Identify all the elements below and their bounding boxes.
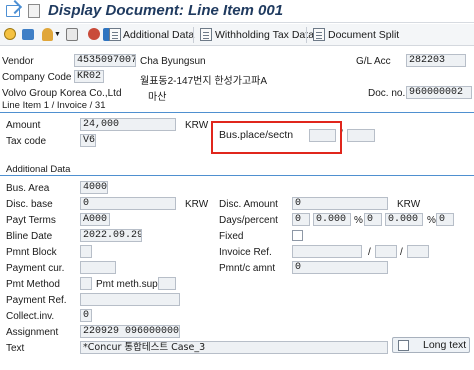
section-code-field[interactable] <box>347 129 375 142</box>
section-divider <box>0 112 474 113</box>
vendor-address: 월표동2-147번지 한성가고파A <box>140 76 268 87</box>
vendor-field[interactable]: 4535097007 <box>74 54 136 67</box>
fixed-checkbox[interactable] <box>292 230 303 241</box>
additional-data-button[interactable]: Additional Data <box>123 29 194 41</box>
amount-field[interactable]: 24,000 <box>80 118 176 131</box>
days2-field[interactable]: 0 <box>364 213 382 226</box>
text-field[interactable]: *Concur 통합테스트 Case_3 <box>80 341 388 354</box>
long-text-label[interactable]: Long text <box>423 339 466 351</box>
invoice-ref-label: Invoice Ref. <box>219 247 272 258</box>
highlight-box <box>211 121 342 154</box>
pmt-method-field[interactable] <box>80 277 92 290</box>
disc-amount-field[interactable]: 0 <box>292 197 388 210</box>
window-title: Display Document: Line Item 001 <box>48 2 284 19</box>
disc-amount-currency: KRW <box>397 199 421 210</box>
pmnt-c-amnt-label: Pmnt/c amnt <box>219 263 276 274</box>
doc-no-label: Doc. no. <box>368 88 406 99</box>
user-icon[interactable] <box>42 28 53 41</box>
gl-acc-field[interactable]: 282203 <box>406 54 466 67</box>
document-split-icon[interactable] <box>313 28 325 41</box>
print-icon[interactable] <box>66 28 78 41</box>
fixed-label: Fixed <box>219 231 244 242</box>
disc-amount-label: Disc. Amount <box>219 199 278 210</box>
bline-date-label: Bline Date <box>6 231 53 242</box>
company-code-field[interactable]: KR02 <box>74 70 104 83</box>
pmnt-block-label: Pmnt Block <box>6 247 57 258</box>
overview-icon[interactable] <box>88 28 100 40</box>
bus-area-label: Bus. Area <box>6 183 50 194</box>
document-icon <box>28 4 40 18</box>
assignment-field[interactable]: 220929 0960000002 <box>80 325 180 338</box>
vendor-label: Vendor <box>2 56 34 67</box>
pmt-method-label: Pmt Method <box>6 279 60 290</box>
invoice-year-field[interactable] <box>375 245 397 258</box>
payment-cur-label: Payment cur. <box>6 263 65 274</box>
invoice-ref-separator: / <box>368 247 371 258</box>
long-text-icon <box>398 340 409 351</box>
doc-no-field[interactable]: 960000002 <box>406 86 472 99</box>
back-icon[interactable] <box>6 5 20 17</box>
tax-code-label: Tax code <box>6 136 47 147</box>
disc-base-field[interactable]: 0 <box>80 197 176 210</box>
percent2-field[interactable]: 0.000 <box>385 213 423 226</box>
additional-data-icon[interactable] <box>109 28 121 41</box>
invoice-item-field[interactable] <box>407 245 429 258</box>
collect-inv-label: Collect.inv. <box>6 311 55 322</box>
bus-area-field[interactable]: 4000 <box>80 181 108 194</box>
bline-date-field[interactable]: 2022.09.29 <box>80 229 142 242</box>
invoice-ref-field[interactable] <box>292 245 362 258</box>
pmnt-block-field[interactable] <box>80 245 92 258</box>
disc-base-currency: KRW <box>185 199 209 210</box>
document-split-button[interactable]: Document Split <box>328 29 399 41</box>
vendor-name: Cha Byungsun <box>140 56 206 67</box>
payment-cur-field[interactable] <box>80 261 116 274</box>
days1-field[interactable]: 0 <box>292 213 310 226</box>
disc-base-label: Disc. base <box>6 199 53 210</box>
toolbar-separator <box>193 27 194 43</box>
days3-field[interactable]: 0 <box>436 213 454 226</box>
line-item-section-title: Line Item 1 / Invoice / 31 <box>2 100 106 111</box>
withholding-tax-button[interactable]: Withholding Tax Data <box>215 29 314 41</box>
pmt-meth-supl-field[interactable] <box>158 277 176 290</box>
dropdown-arrow-icon[interactable]: ▼ <box>54 31 61 38</box>
amount-currency: KRW <box>185 120 209 131</box>
percent1-field[interactable]: 0.000 <box>313 213 351 226</box>
days-percent-label: Days/percent <box>219 215 278 226</box>
payt-terms-label: Payt Terms <box>6 215 56 226</box>
percent2-sign: % <box>427 215 436 226</box>
invoice-ref-separator: / <box>400 247 403 258</box>
company-code-label: Company Code <box>2 72 72 83</box>
pmnt-c-amnt-field[interactable]: 0 <box>292 261 388 274</box>
collect-inv-field[interactable]: 0 <box>80 309 92 322</box>
payment-ref-field[interactable] <box>80 293 180 306</box>
withholding-tax-icon[interactable] <box>200 28 212 41</box>
payt-terms-field[interactable]: A000 <box>80 213 110 226</box>
display-change-icon[interactable] <box>22 29 34 40</box>
pmt-meth-supl-label: Pmt meth.supl. <box>96 279 163 290</box>
text-label: Text <box>6 343 25 354</box>
section-divider <box>0 175 474 176</box>
assignment-label: Assignment <box>6 327 59 338</box>
percent1-sign: % <box>354 215 363 226</box>
amount-label: Amount <box>6 120 41 131</box>
tax-code-field[interactable]: V6 <box>80 134 96 147</box>
payment-ref-label: Payment Ref. <box>6 295 67 306</box>
gl-acc-label: G/L Acc <box>356 56 391 67</box>
settings-gear-icon[interactable] <box>4 28 16 40</box>
company-name: Volvo Group Korea Co.,Ltd <box>2 88 122 99</box>
toolbar-separator <box>306 27 307 43</box>
vendor-city: 마산 <box>148 92 167 103</box>
